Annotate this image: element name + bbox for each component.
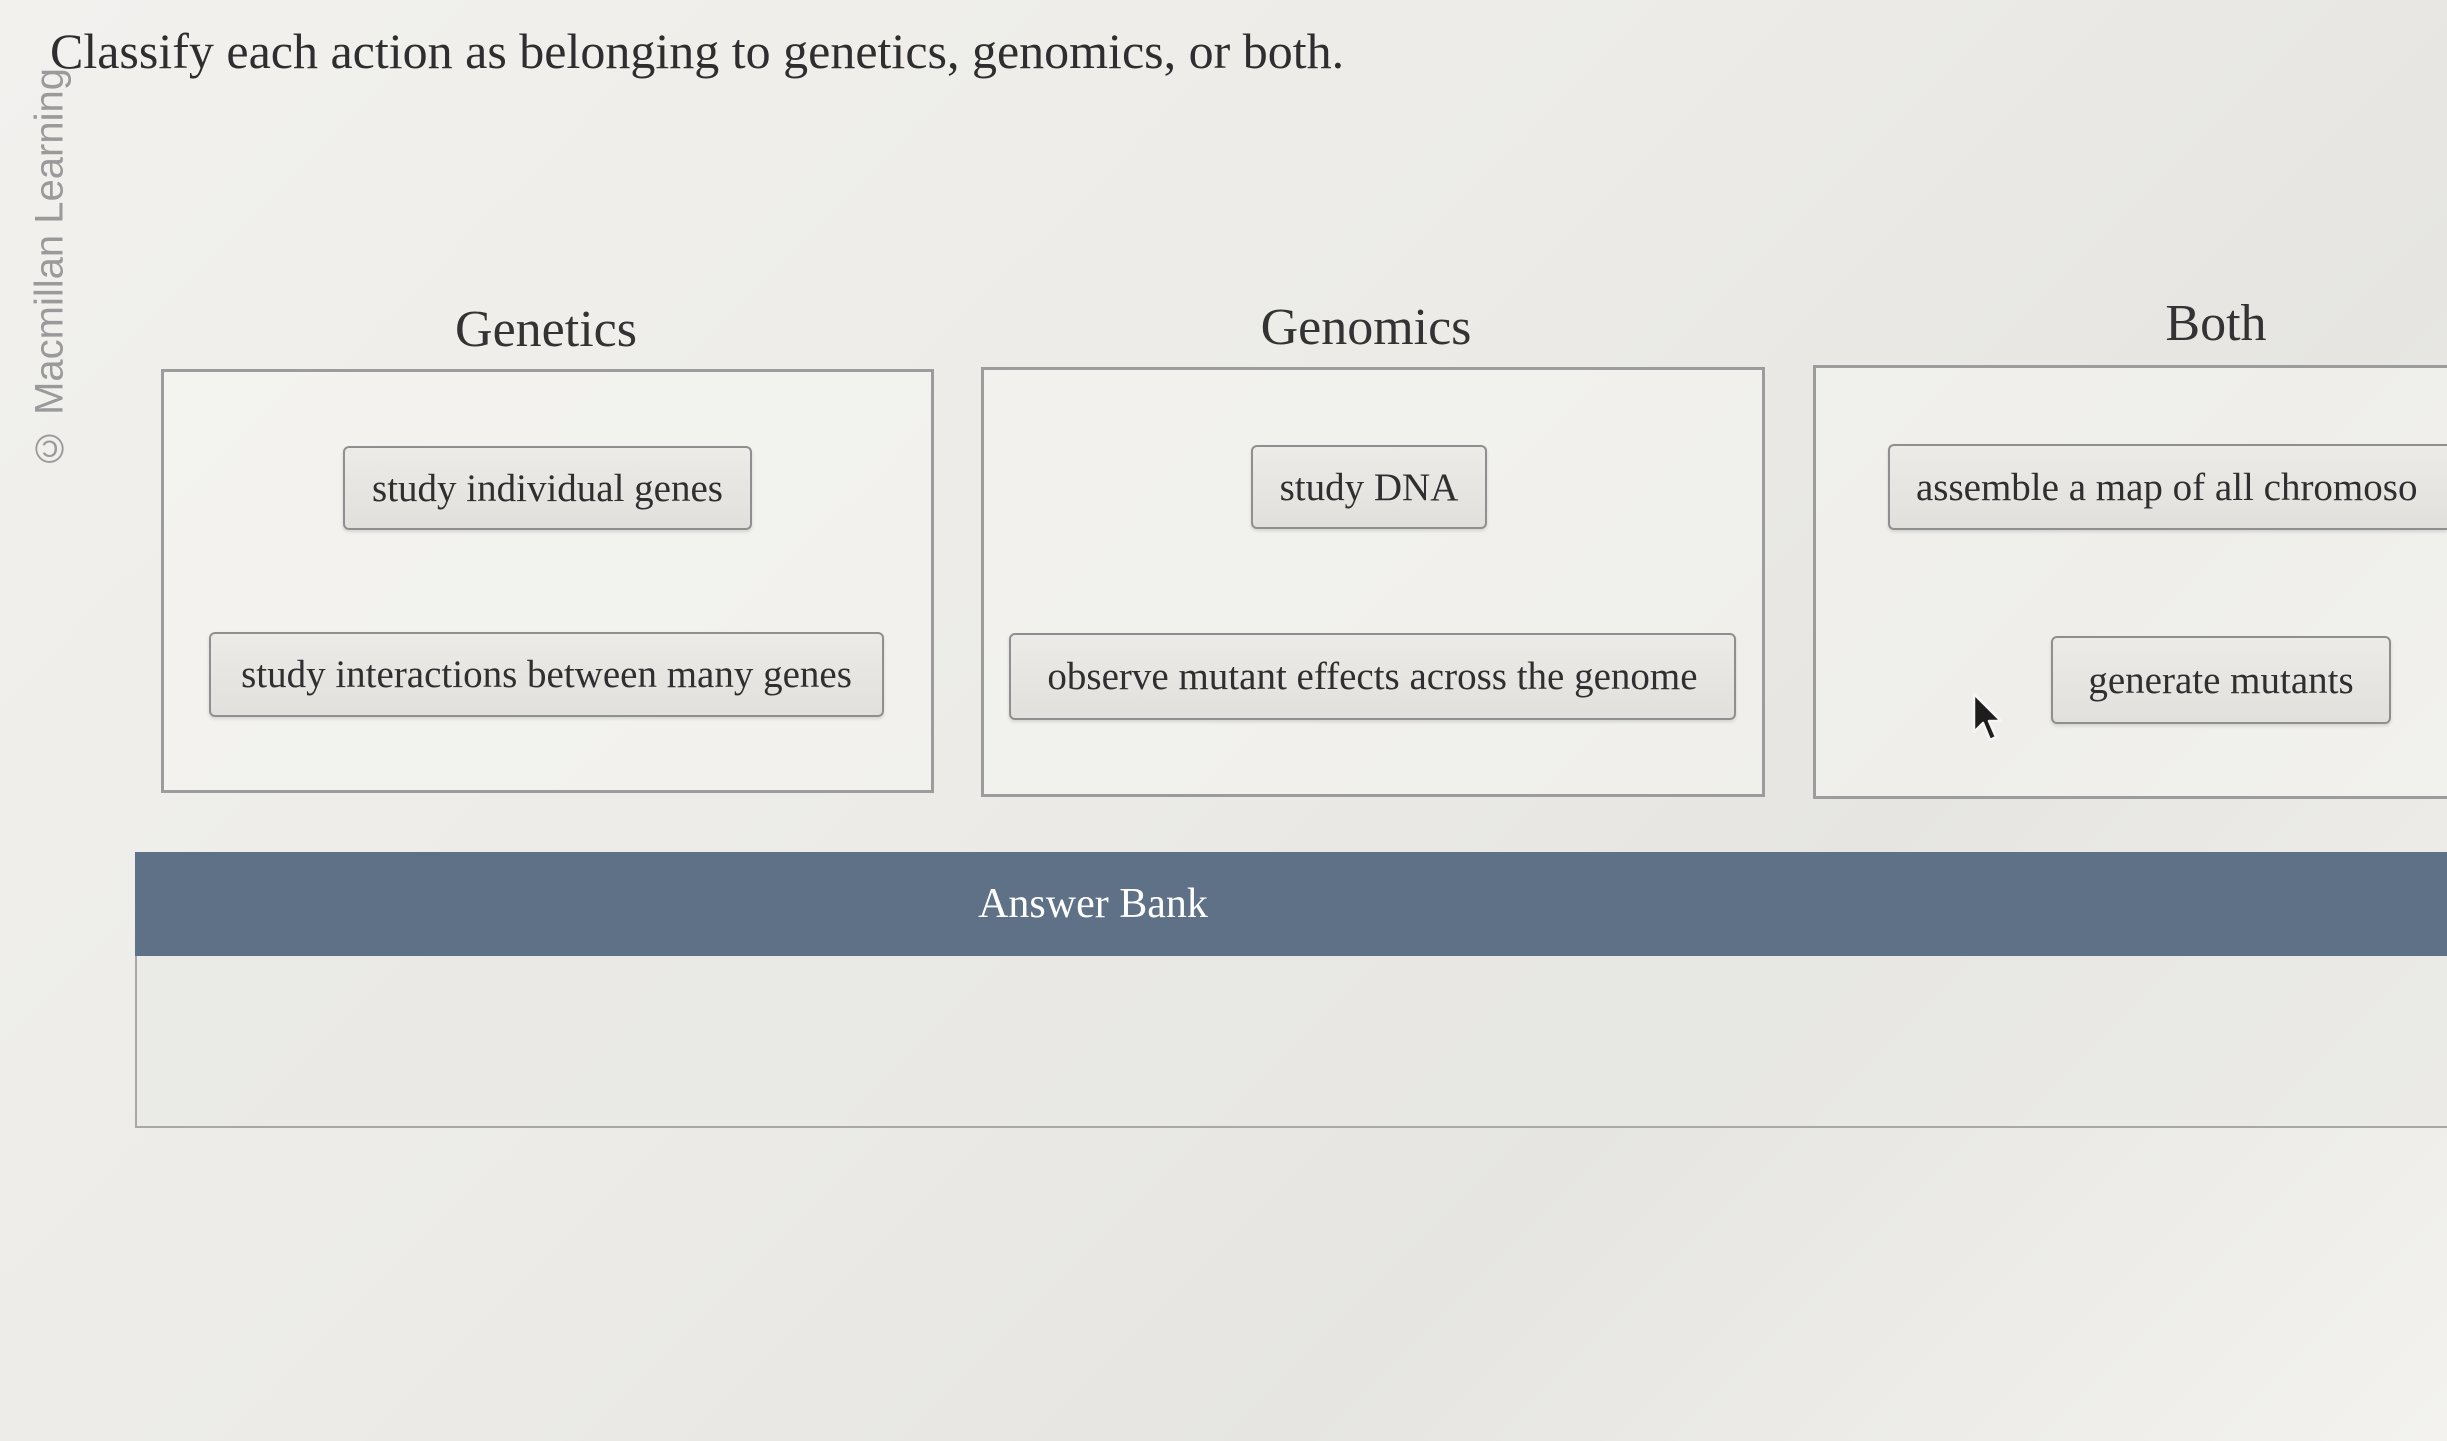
arrow-pointer-icon <box>1972 692 2003 742</box>
question-prompt: Classify each action as belonging to gen… <box>50 23 1345 79</box>
answer-card-generate-mutants[interactable]: generate mutants <box>2051 636 2391 724</box>
copyright-watermark: © Macmillan Learning <box>27 68 72 470</box>
answer-card-study-interactions-between-many-genes[interactable]: study interactions between many genes <box>209 632 884 717</box>
drop-zone-genetics[interactable] <box>161 369 934 793</box>
answer-card-study-individual-genes[interactable]: study individual genes <box>343 446 752 530</box>
drop-zone-both[interactable] <box>1813 365 2447 799</box>
answer-card-observe-mutant-effects[interactable]: observe mutant effects across the genome <box>1009 633 1736 720</box>
bin-title-genetics: Genetics <box>455 301 637 358</box>
answer-bank-drop-area[interactable] <box>135 956 2447 1128</box>
drop-zone-genomics[interactable] <box>981 367 1765 797</box>
answer-bank-header: Answer Bank <box>135 852 2447 956</box>
answer-card-assemble-map[interactable]: assemble a map of all chromoso <box>1888 444 2447 530</box>
bin-title-genomics: Genomics <box>1260 299 1472 356</box>
answer-card-study-dna[interactable]: study DNA <box>1251 445 1487 529</box>
bin-title-both: Both <box>2165 295 2267 352</box>
answer-bank-title: Answer Bank <box>978 881 1208 927</box>
